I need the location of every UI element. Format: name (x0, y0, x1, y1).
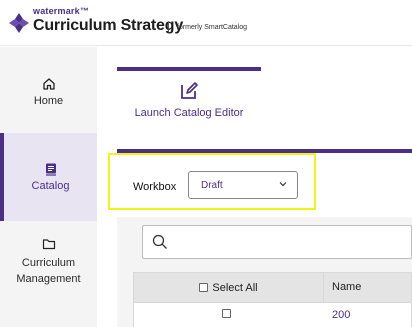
workbox-label: Workbox (133, 181, 177, 193)
folder-icon (42, 239, 55, 250)
sidebar-item-label: Curriculum Management (16, 257, 81, 285)
select-all-label: Select All (212, 281, 258, 294)
catalog-icon (45, 163, 56, 176)
brand-watermark: watermark™ (33, 6, 90, 16)
workbox-select[interactable]: Draft (188, 171, 298, 199)
select-all-checkbox[interactable] (199, 283, 209, 292)
table-header: Select All Name (133, 272, 412, 303)
column-header-name[interactable]: Name (332, 281, 361, 293)
launch-catalog-editor-button[interactable]: Launch Catalog Editor (117, 67, 261, 133)
row-checkbox[interactable] (222, 309, 231, 318)
sidebar-item-label: Home (33, 95, 64, 107)
brand-separator: | (167, 21, 170, 33)
formerly-label: formerly SmartCatalog (177, 24, 248, 31)
sidebar-item-catalog[interactable]: Catalog (0, 133, 97, 221)
chevron-down-icon (279, 182, 287, 187)
sidebar-item-label: Catalog (31, 180, 70, 192)
table-row: 200 (133, 303, 412, 327)
catalog-table-panel: Select All Name 200 (117, 217, 412, 327)
main-content: Launch Catalog Editor Workbox Draft Sele… (97, 47, 412, 327)
search-icon (152, 234, 167, 249)
product-name: Curriculum Strategy (33, 17, 184, 34)
sidebar: Home Catalog Curriculum Management (0, 47, 97, 327)
search-input[interactable] (142, 225, 412, 259)
watermark-logo-icon (9, 13, 29, 33)
sidebar-item-home[interactable]: Home (0, 77, 97, 107)
home-icon (42, 78, 55, 90)
app-header: watermark™ Curriculum Strategy | formerl… (0, 0, 412, 46)
sidebar-item-curriculum-management[interactable]: Curriculum Management (0, 237, 97, 287)
select-all-toggle[interactable]: Select All (134, 273, 324, 302)
edit-icon (181, 82, 198, 99)
row-name-link[interactable]: 200 (332, 309, 350, 321)
workbox-selected-value: Draft (201, 180, 223, 191)
launch-catalog-editor-label: Launch Catalog Editor (134, 107, 244, 119)
